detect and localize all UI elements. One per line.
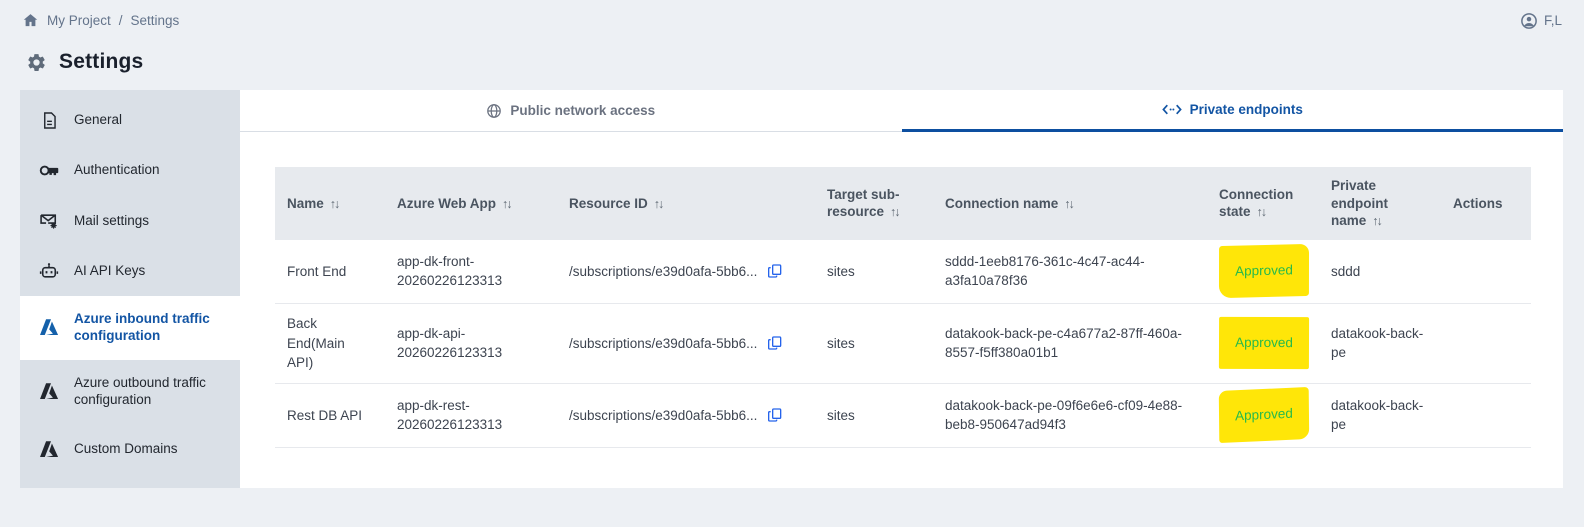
tab-private-endpoints[interactable]: Private endpoints	[901, 90, 1563, 132]
cell-resource-id: /subscriptions/e39d0afa-5bb6...	[557, 383, 815, 448]
cell-target-sub-resource: sites	[815, 303, 933, 384]
col-header-connection-name[interactable]: Connection name ↑↓	[933, 167, 1207, 240]
breadcrumb-separator: /	[118, 13, 123, 28]
col-header-connection-state[interactable]: Connection state ↑↓	[1207, 167, 1319, 240]
sidebar-item-label: Authentication	[74, 162, 160, 178]
col-header-target-sub-resource[interactable]: Target sub-resource ↑↓	[815, 167, 933, 240]
document-icon	[38, 111, 60, 130]
sort-icon[interactable]: ↑↓	[502, 197, 512, 211]
col-header-private-endpoint-name[interactable]: Private endpoint name ↑↓	[1319, 167, 1441, 240]
user-name: F,L	[1543, 13, 1562, 28]
sidebar-item-general[interactable]: General	[20, 96, 240, 145]
azure-icon	[38, 439, 60, 461]
cell-connection-state: Approved	[1207, 383, 1319, 448]
azure-icon	[38, 317, 60, 339]
sidebar-item-mail-settings[interactable]: Mail settings	[20, 196, 240, 246]
connection-state-badge: Approved	[1218, 244, 1310, 299]
cell-target-sub-resource: sites	[815, 239, 933, 305]
sidebar-item-label: Azure inbound traffic configuration	[74, 311, 210, 343]
table-row: Rest DB API app-dk-rest-20260226123313 /…	[275, 383, 1531, 448]
cell-actions	[1441, 383, 1531, 448]
col-header-azure-web-app[interactable]: Azure Web App ↑↓	[385, 167, 557, 240]
globe-icon	[486, 103, 502, 119]
col-header-actions: Actions	[1441, 167, 1531, 240]
page-header: Settings	[0, 36, 1584, 84]
private-endpoints-table-wrap: Name ↑↓ Azure Web App ↑↓ Resource ID ↑↓ Tar…	[275, 167, 1531, 448]
sidebar-item-label: Mail settings	[74, 212, 150, 228]
cell-connection-name: datakook-back-pe-09f6e6e6-cf09-4e88-beb8…	[933, 383, 1207, 448]
table-header-row: Name ↑↓ Azure Web App ↑↓ Resource ID ↑↓ Tar…	[275, 167, 1531, 240]
cell-name: Rest DB API	[275, 383, 385, 448]
copy-icon[interactable]	[767, 407, 783, 423]
cell-resource-id: /subscriptions/e39d0afa-5bb6...	[557, 239, 815, 305]
cell-connection-state: Approved	[1207, 239, 1319, 305]
private-endpoints-table: Name ↑↓ Azure Web App ↑↓ Resource ID ↑↓ Tar…	[275, 167, 1531, 448]
cell-resource-id: /subscriptions/e39d0afa-5bb6...	[557, 303, 815, 384]
sidebar-item-azure-inbound-traffic[interactable]: Azure inbound traffic configuration	[20, 296, 240, 360]
breadcrumb: My Project / Settings	[22, 12, 179, 29]
tab-bar: Public network access Private endpoints	[240, 90, 1563, 132]
copy-icon[interactable]	[767, 263, 783, 279]
settings-sidebar: General Authentication Mail settings AI …	[20, 90, 240, 488]
top-bar: My Project / Settings F,L	[0, 0, 1584, 36]
tab-label: Private endpoints	[1189, 102, 1303, 117]
tab-public-network-access[interactable]: Public network access	[240, 90, 902, 132]
cell-name: Back End(Main API)	[275, 303, 385, 384]
table-row: Back End(Main API) app-dk-api-2026022612…	[275, 303, 1531, 384]
breadcrumb-project[interactable]: My Project	[47, 13, 111, 28]
copy-icon[interactable]	[767, 335, 783, 351]
user-menu[interactable]: F,L	[1520, 12, 1562, 30]
table-row: Front End app-dk-front-20260226123313 /s…	[275, 239, 1531, 305]
cell-private-endpoint-name: datakook-back-pe	[1319, 303, 1441, 384]
sidebar-item-label: General	[74, 112, 123, 128]
col-header-name[interactable]: Name ↑↓	[275, 167, 385, 240]
sort-icon[interactable]: ↑↓	[654, 197, 664, 211]
cell-name: Front End	[275, 239, 385, 305]
cell-azure-web-app: app-dk-front-20260226123313	[385, 239, 557, 305]
tab-label: Public network access	[510, 103, 656, 118]
settings-panel: Public network access Private endpoints	[240, 90, 1563, 488]
key-icon	[38, 160, 60, 181]
breadcrumb-current: Settings	[130, 13, 180, 28]
col-header-resource-id[interactable]: Resource ID ↑↓	[557, 167, 815, 240]
gear-icon	[26, 52, 47, 73]
sidebar-item-ai-api-keys[interactable]: AI API Keys	[20, 246, 240, 296]
sort-icon[interactable]: ↑↓	[1064, 197, 1074, 211]
robot-icon	[38, 261, 60, 281]
endpoint-arrows-icon	[1161, 103, 1182, 116]
sort-icon[interactable]: ↑↓	[1372, 214, 1382, 228]
mail-gear-icon	[38, 211, 60, 231]
cell-connection-name: datakook-back-pe-c4a677a2-87ff-460a-8557…	[933, 303, 1207, 384]
cell-actions	[1441, 303, 1531, 384]
sidebar-item-label: Azure outbound traffic configuration	[74, 374, 206, 407]
azure-icon	[38, 381, 60, 403]
cell-private-endpoint-name: sddd	[1319, 239, 1441, 305]
page-title: Settings	[59, 50, 144, 73]
sidebar-item-label: Custom Domains	[74, 441, 178, 457]
cell-connection-state: Approved	[1207, 303, 1319, 384]
cell-azure-web-app: app-dk-rest-20260226123313	[385, 383, 557, 448]
cell-azure-web-app: app-dk-api-20260226123313	[385, 303, 557, 384]
home-icon[interactable]	[22, 12, 39, 29]
sort-icon[interactable]: ↑↓	[890, 205, 900, 219]
cell-private-endpoint-name: datakook-back-pe	[1319, 383, 1441, 448]
cell-actions	[1441, 239, 1531, 305]
cell-target-sub-resource: sites	[815, 383, 933, 448]
connection-state-badge: Approved	[1218, 317, 1310, 370]
cell-connection-name: sddd-1eeb8176-361c-4c47-ac44-a3fa10a78f3…	[933, 239, 1207, 305]
sort-icon[interactable]: ↑↓	[330, 197, 340, 211]
sort-icon[interactable]: ↑↓	[1257, 205, 1267, 219]
sidebar-item-azure-outbound-traffic[interactable]: Azure outbound traffic configuration	[20, 360, 240, 424]
user-avatar-icon	[1520, 12, 1538, 30]
connection-state-badge: Approved	[1218, 387, 1310, 444]
sidebar-item-custom-domains[interactable]: Custom Domains	[20, 424, 240, 476]
sidebar-item-label: AI API Keys	[74, 262, 146, 278]
sidebar-item-authentication[interactable]: Authentication	[20, 145, 240, 196]
